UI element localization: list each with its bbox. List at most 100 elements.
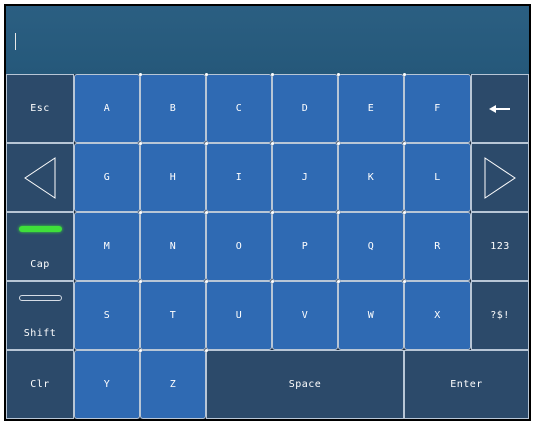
key-label: Q [367,241,375,252]
grid-dot [403,73,406,76]
key-e[interactable]: E [338,74,404,143]
grid-dot [403,211,406,214]
symbols-key[interactable]: ?$! [471,281,529,350]
cursor-left-key[interactable] [6,143,74,212]
key-w[interactable]: W [338,281,404,350]
clear-key-label: Clr [30,379,50,390]
key-label: X [434,310,441,321]
keyboard-keys: Esc A B C D E F G H I J K L Cap M N O P … [6,73,529,419]
key-label: V [301,310,309,321]
enter-key-label: Enter [450,379,483,390]
key-i[interactable]: I [206,143,272,212]
key-x[interactable]: X [404,281,471,350]
key-p[interactable]: P [272,212,338,281]
key-label: U [235,310,243,321]
grid-dot [139,73,142,76]
key-label: B [169,103,177,114]
key-k[interactable]: K [338,143,404,212]
space-key-label: Space [288,379,322,390]
key-label: S [103,310,111,321]
key-label: R [434,241,441,252]
cap-key-label: Cap [30,259,50,270]
key-label: W [367,310,375,321]
key-label: G [103,172,111,183]
grid-dot [205,73,208,76]
key-label: Y [103,379,111,390]
key-label: C [235,103,243,114]
key-z[interactable]: Z [140,350,206,419]
esc-key-label: Esc [30,103,50,114]
key-label: M [103,241,111,252]
key-b[interactable]: B [140,74,206,143]
cap-key[interactable]: Cap [6,212,74,281]
grid-dot [337,73,340,76]
keyboard-window: Esc A B C D E F G H I J K L Cap M N O P … [4,4,531,421]
enter-key[interactable]: Enter [404,350,529,419]
key-h[interactable]: H [140,143,206,212]
key-label: K [367,172,375,183]
key-label: T [169,310,177,321]
key-d[interactable]: D [272,74,338,143]
key-s[interactable]: S [74,281,140,350]
grid-dot [139,142,142,145]
key-label: F [434,103,441,114]
key-m[interactable]: M [74,212,140,281]
triangle-left-icon [24,156,56,199]
key-n[interactable]: N [140,212,206,281]
grid-dot [271,280,274,283]
key-g[interactable]: G [74,143,140,212]
grid-dot [205,142,208,145]
key-o[interactable]: O [206,212,272,281]
symbols-key-label: ?$! [490,310,510,321]
arrow-left-icon [489,104,510,113]
grid-dot [205,349,208,352]
grid-dot [271,73,274,76]
key-q[interactable]: Q [338,212,404,281]
key-l[interactable]: L [404,143,471,212]
key-v[interactable]: V [272,281,338,350]
grid-dot [337,211,340,214]
key-u[interactable]: U [206,281,272,350]
key-t[interactable]: T [140,281,206,350]
key-label: D [301,103,309,114]
cursor-right-key[interactable] [471,143,529,212]
key-label: H [169,172,177,183]
grid-dot [139,349,142,352]
key-label: I [235,172,243,183]
text-cursor [15,33,16,50]
grid-dot [271,211,274,214]
numbers-key[interactable]: 123 [471,212,529,281]
key-label: P [301,241,309,252]
clear-key[interactable]: Clr [6,350,74,419]
key-a[interactable]: A [74,74,140,143]
key-y[interactable]: Y [74,350,140,419]
shift-key[interactable]: Shift [6,281,74,350]
grid-dot [271,142,274,145]
key-label: E [367,103,375,114]
key-label: L [434,172,441,183]
numbers-key-label: 123 [490,241,510,252]
key-label: A [103,103,111,114]
text-input-field[interactable] [6,6,529,74]
grid-dot [139,280,142,283]
backspace-key[interactable] [471,74,529,143]
esc-key[interactable]: Esc [6,74,74,143]
grid-dot [139,211,142,214]
key-label: O [235,241,243,252]
key-label: Z [169,379,177,390]
cap-indicator [19,226,62,232]
triangle-right-icon [484,156,516,199]
grid-dot [337,142,340,145]
key-j[interactable]: J [272,143,338,212]
grid-dot [205,211,208,214]
key-r[interactable]: R [404,212,471,281]
grid-dot [337,280,340,283]
key-c[interactable]: C [206,74,272,143]
shift-key-label: Shift [23,328,57,339]
key-f[interactable]: F [404,74,471,143]
space-key[interactable]: Space [206,350,404,419]
grid-dot [205,280,208,283]
grid-dot [403,280,406,283]
key-label: N [169,241,177,252]
key-label: J [301,172,309,183]
